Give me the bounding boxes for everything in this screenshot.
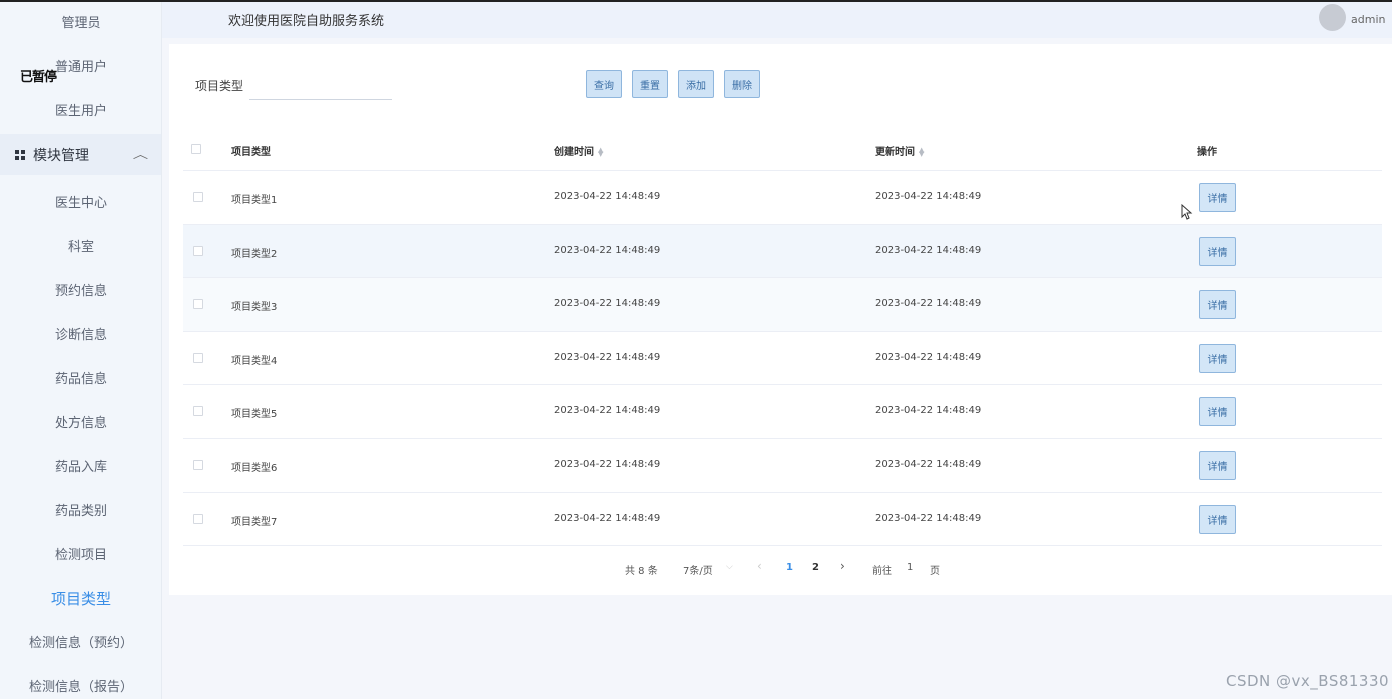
top-header: 欢迎使用医院自助服务系统 admin xyxy=(162,0,1392,38)
cell-created: 2023-04-22 14:48:49 xyxy=(554,458,661,470)
row-checkbox[interactable] xyxy=(193,299,203,310)
page-number-2[interactable]: 2 xyxy=(812,562,819,573)
row-checkbox[interactable] xyxy=(193,245,203,256)
cell-created: 2023-04-22 14:48:49 xyxy=(554,405,661,417)
cell-updated: 2023-04-22 14:48:49 xyxy=(875,405,982,417)
sidebar-item-test-item[interactable]: 检测项目 xyxy=(0,544,161,563)
detail-button[interactable]: 详情 xyxy=(1199,397,1236,427)
delete-button[interactable]: 删除 xyxy=(724,70,760,98)
table-row: 项目类型7 2023-04-22 14:48:49 2023-04-22 14:… xyxy=(183,493,1382,547)
table-row: 项目类型6 2023-04-22 14:48:49 2023-04-22 14:… xyxy=(183,439,1382,493)
table-header: 项目类型 创建时间 ▲ ▼ 更新时间 ▲ ▼ 操作 xyxy=(183,124,1382,171)
sidebar-item-diagnosis[interactable]: 诊断信息 xyxy=(0,324,161,343)
window-top-border xyxy=(0,0,1392,2)
cell-type: 项目类型5 xyxy=(231,409,278,421)
cell-type: 项目类型6 xyxy=(231,462,278,474)
column-header-updated[interactable]: 更新时间 ▲ ▼ xyxy=(875,143,924,159)
goto-label: 前往 xyxy=(872,566,892,577)
sidebar-item-admin[interactable]: 管理员 xyxy=(0,12,161,31)
row-checkbox[interactable] xyxy=(193,406,203,417)
sidebar-item-medicine-stock-in[interactable]: 药品入库 xyxy=(0,456,161,475)
sidebar-item-medicine[interactable]: 药品信息 xyxy=(0,368,161,387)
detail-button[interactable]: 详情 xyxy=(1199,504,1236,534)
page-title: 欢迎使用医院自助服务系统 xyxy=(228,14,385,29)
detail-button[interactable]: 详情 xyxy=(1199,183,1236,212)
sidebar-group-label: 模块管理 xyxy=(33,147,89,164)
column-header-updated-label: 更新时间 xyxy=(875,147,915,158)
reset-button[interactable]: 重置 xyxy=(632,70,668,98)
detail-button[interactable]: 详情 xyxy=(1199,290,1236,320)
cell-created: 2023-04-22 14:48:49 xyxy=(554,244,661,256)
cell-created: 2023-04-22 14:48:49 xyxy=(554,351,661,363)
prev-page-icon[interactable]: ‹ xyxy=(757,559,762,573)
sort-icon[interactable]: ▲ ▼ xyxy=(598,147,603,158)
project-type-search-input[interactable] xyxy=(249,70,392,100)
cell-updated: 2023-04-22 14:48:49 xyxy=(875,351,982,363)
cell-type: 项目类型1 xyxy=(231,195,278,206)
table-row: 项目类型5 2023-04-22 14:48:49 2023-04-22 14:… xyxy=(183,385,1382,439)
sidebar-item-project-type[interactable]: 项目类型 xyxy=(0,588,161,609)
sidebar-item-medicine-category[interactable]: 药品类别 xyxy=(0,500,161,519)
row-checkbox[interactable] xyxy=(193,513,203,524)
cell-type: 项目类型4 xyxy=(231,355,278,367)
detail-button[interactable]: 详情 xyxy=(1199,450,1236,480)
column-header-created-label: 创建时间 xyxy=(554,147,594,158)
sidebar-item-test-report[interactable]: 检测信息（报告） xyxy=(0,676,161,695)
cell-created: 2023-04-22 14:48:49 xyxy=(554,191,661,202)
table-row: 项目类型2 2023-04-22 14:48:49 2023-04-22 14:… xyxy=(183,224,1382,279)
column-header-created[interactable]: 创建时间 ▲ ▼ xyxy=(554,143,603,159)
cell-type: 项目类型7 xyxy=(231,516,278,528)
sidebar-item-doctor-user[interactable]: 医生用户 xyxy=(0,100,161,119)
main-panel: 项目类型 查询 重置 添加 删除 项目类型 创建时间 ▲ ▼ 更新时间 ▲ ▼ 操作 项… xyxy=(169,44,1392,595)
chevron-up-icon: ︿ xyxy=(132,148,149,161)
page-size-select[interactable]: 7条/页 xyxy=(683,562,713,577)
sidebar-item-appointment[interactable]: 预约信息 xyxy=(0,280,161,299)
goto-suffix: 页 xyxy=(930,566,940,577)
cell-updated: 2023-04-22 14:48:49 xyxy=(875,512,982,524)
next-page-icon[interactable]: › xyxy=(840,559,845,573)
sidebar-item-doctor-center[interactable]: 医生中心 xyxy=(0,192,161,211)
detail-button[interactable]: 详情 xyxy=(1199,343,1236,373)
cell-updated: 2023-04-22 14:48:49 xyxy=(875,298,982,310)
table-row: 项目类型3 2023-04-22 14:48:49 2023-04-22 14:… xyxy=(183,278,1382,332)
detail-button[interactable]: 详情 xyxy=(1199,236,1236,266)
row-checkbox[interactable] xyxy=(193,459,203,470)
avatar[interactable] xyxy=(1319,4,1346,31)
page-size-chevron-down-icon[interactable]: ⌵ xyxy=(726,562,733,572)
cell-updated: 2023-04-22 14:48:49 xyxy=(875,191,982,202)
column-header-action: 操作 xyxy=(1197,147,1217,158)
paused-overlay-text: 已暂停 xyxy=(20,70,57,85)
column-header-type: 项目类型 xyxy=(231,147,271,158)
query-button[interactable]: 查询 xyxy=(586,70,622,98)
table-row: 项目类型4 2023-04-22 14:48:49 2023-04-22 14:… xyxy=(183,332,1382,386)
sidebar-item-prescription[interactable]: 处方信息 xyxy=(0,412,161,431)
row-checkbox[interactable] xyxy=(193,192,203,202)
cell-type: 项目类型2 xyxy=(231,248,278,260)
page-number-1[interactable]: 1 xyxy=(786,562,793,573)
pagination-total: 共 8 条 xyxy=(625,566,658,577)
grid-icon xyxy=(15,149,25,160)
cell-type: 项目类型3 xyxy=(231,302,278,314)
username-label[interactable]: admin xyxy=(1351,13,1385,26)
table-row: 项目类型1 2023-04-22 14:48:49 2023-04-22 14:… xyxy=(183,171,1382,225)
search-label: 项目类型 xyxy=(195,79,244,93)
cell-created: 2023-04-22 14:48:49 xyxy=(554,512,661,524)
cell-created: 2023-04-22 14:48:49 xyxy=(554,298,661,310)
sidebar-group-module-management[interactable]: 模块管理 ︿ xyxy=(0,134,161,175)
cell-updated: 2023-04-22 14:48:49 xyxy=(875,458,982,470)
goto-page-input[interactable]: 1 xyxy=(907,562,913,573)
sidebar: 管理员 普通用户 已暂停 医生用户 模块管理 ︿ 医生中心 科室 预约信息 诊断… xyxy=(0,0,162,699)
sidebar-item-test-appointment[interactable]: 检测信息（预约） xyxy=(0,632,161,651)
sort-icon[interactable]: ▲ ▼ xyxy=(919,147,924,158)
data-table: 项目类型 创建时间 ▲ ▼ 更新时间 ▲ ▼ 操作 项目类型1 2023-04-22 1… xyxy=(183,124,1382,547)
add-button[interactable]: 添加 xyxy=(678,70,714,98)
cell-updated: 2023-04-22 14:48:49 xyxy=(875,244,982,256)
select-all-checkbox[interactable] xyxy=(191,144,201,154)
watermark: CSDN @vx_BS81330 xyxy=(1226,672,1390,690)
sidebar-item-department[interactable]: 科室 xyxy=(0,236,161,255)
row-checkbox[interactable] xyxy=(193,352,203,363)
